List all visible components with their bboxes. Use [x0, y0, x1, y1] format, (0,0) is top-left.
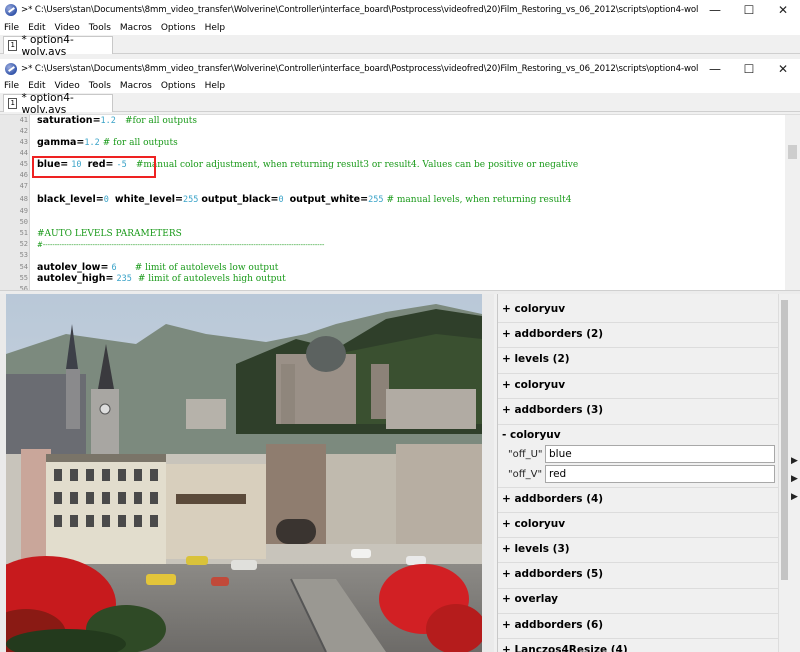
- window-controls: — ☐ ✕: [698, 59, 800, 79]
- window-title: >* C:\Users\stan\Documents\8mm_video_tra…: [21, 64, 698, 74]
- editor-scroll-thumb[interactable]: [788, 145, 797, 159]
- filter-item[interactable]: + addborders (5): [502, 568, 603, 580]
- code-line[interactable]: 43 gamma=1.2 # for all outputs: [0, 137, 785, 148]
- window-controls: — ☐ ✕: [698, 0, 800, 20]
- code-line[interactable]: 42: [0, 126, 785, 137]
- filter-item[interactable]: + levels (3): [502, 543, 570, 555]
- tab-bar: 1 * option4-wolv.avs: [0, 92, 800, 116]
- filter-item[interactable]: + coloryuv: [502, 303, 565, 315]
- script-editor[interactable]: 41 saturation=1.2 #for all outputs 42 43…: [0, 114, 800, 290]
- avspmod-app-icon: [5, 63, 17, 75]
- menu-file[interactable]: File: [4, 81, 19, 91]
- document-icon: 1: [8, 98, 18, 109]
- filter-item[interactable]: + addborders (6): [502, 619, 603, 631]
- filter-item[interactable]: + Lanczos4Resize (4): [502, 644, 628, 652]
- avspmod-app-icon: [5, 4, 17, 16]
- menu-bar: File Edit Video Tools Macros Options Hel…: [0, 78, 800, 93]
- filter-panel: + coloryuv + addborders (2) + levels (2)…: [497, 294, 789, 652]
- param-input-off-u[interactable]: blue: [545, 445, 775, 463]
- tab-label: * option4-wolv.avs: [21, 33, 74, 58]
- close-icon[interactable]: ✕: [766, 59, 800, 79]
- panel-scrollbar[interactable]: [778, 294, 789, 652]
- video-preview[interactable]: [0, 294, 494, 652]
- tab-script[interactable]: 1 * option4-wolv.avs: [3, 92, 113, 116]
- red-highlight-box: [32, 156, 156, 178]
- param-label-off-v: "off_V": [508, 469, 543, 480]
- code-line-levels[interactable]: 48 black_level=0 white_level=255 output_…: [0, 194, 785, 205]
- menu-help[interactable]: Help: [205, 23, 226, 33]
- filter-item[interactable]: + addborders (3): [502, 404, 603, 416]
- menu-video[interactable]: Video: [55, 23, 80, 33]
- maximize-icon[interactable]: ☐: [732, 0, 766, 20]
- title-bar-back: >* C:\Users\stan\Documents\8mm_video_tra…: [0, 0, 800, 20]
- minimize-icon[interactable]: —: [698, 0, 732, 20]
- tab-script[interactable]: 1 * option4-wolv.avs: [3, 34, 113, 58]
- menu-bar-back: File Edit Video Tools Macros Options Hel…: [0, 20, 800, 35]
- menu-video[interactable]: Video: [55, 81, 80, 91]
- filter-item[interactable]: + coloryuv: [502, 379, 565, 391]
- menu-tools[interactable]: Tools: [89, 23, 111, 33]
- menu-edit[interactable]: Edit: [28, 81, 45, 91]
- filter-item[interactable]: + addborders (2): [502, 328, 603, 340]
- arrow-right-icon[interactable]: ▶: [789, 488, 800, 506]
- arrow-right-icon[interactable]: ▶: [789, 470, 800, 488]
- tab-bar-back: 1 * option4-wolv.avs: [0, 34, 800, 58]
- code-line[interactable]: 53: [0, 250, 785, 261]
- document-icon: 1: [8, 40, 18, 51]
- title-bar: >* C:\Users\stan\Documents\8mm_video_tra…: [0, 59, 800, 79]
- code-line[interactable]: 49: [0, 206, 785, 217]
- side-arrows: ▶ ▶ ▶: [789, 452, 800, 506]
- code-line[interactable]: 50: [0, 217, 785, 228]
- minimize-icon[interactable]: —: [698, 59, 732, 79]
- menu-tools[interactable]: Tools: [89, 81, 111, 91]
- code-line[interactable]: 41 saturation=1.2 #for all outputs: [0, 115, 785, 126]
- arrow-right-icon[interactable]: ▶: [789, 452, 800, 470]
- menu-options[interactable]: Options: [161, 23, 196, 33]
- panel-scroll-thumb[interactable]: [781, 300, 788, 580]
- code-line[interactable]: 51 #AUTO LEVELS PARAMETERS: [0, 228, 785, 239]
- filter-item-expanded[interactable]: - coloryuv: [502, 429, 561, 441]
- video-frame: [6, 294, 482, 652]
- filter-item[interactable]: + overlay: [502, 593, 558, 605]
- window-title: >* C:\Users\stan\Documents\8mm_video_tra…: [21, 5, 698, 15]
- menu-edit[interactable]: Edit: [28, 23, 45, 33]
- code-line[interactable]: 55 autolev_high= 235 # limit of autoleve…: [0, 273, 785, 284]
- tab-label: * option4-wolv.avs: [21, 91, 74, 116]
- menu-help[interactable]: Help: [205, 81, 226, 91]
- filter-item[interactable]: + coloryuv: [502, 518, 565, 530]
- filter-item[interactable]: + levels (2): [502, 353, 570, 365]
- code-line[interactable]: 54 autolev_low= 6 # limit of autolevels …: [0, 262, 785, 273]
- param-input-off-v[interactable]: red: [545, 465, 775, 483]
- code-line[interactable]: 47: [0, 181, 785, 192]
- editor-scrollbar[interactable]: [785, 115, 800, 290]
- code-line[interactable]: 52 #------------------------------------…: [0, 239, 785, 250]
- menu-macros[interactable]: Macros: [120, 23, 152, 33]
- filter-item[interactable]: + addborders (4): [502, 493, 603, 505]
- maximize-icon[interactable]: ☐: [732, 59, 766, 79]
- close-icon[interactable]: ✕: [766, 0, 800, 20]
- menu-options[interactable]: Options: [161, 81, 196, 91]
- menu-macros[interactable]: Macros: [120, 81, 152, 91]
- menu-file[interactable]: File: [4, 23, 19, 33]
- param-label-off-u: "off_U": [508, 449, 543, 460]
